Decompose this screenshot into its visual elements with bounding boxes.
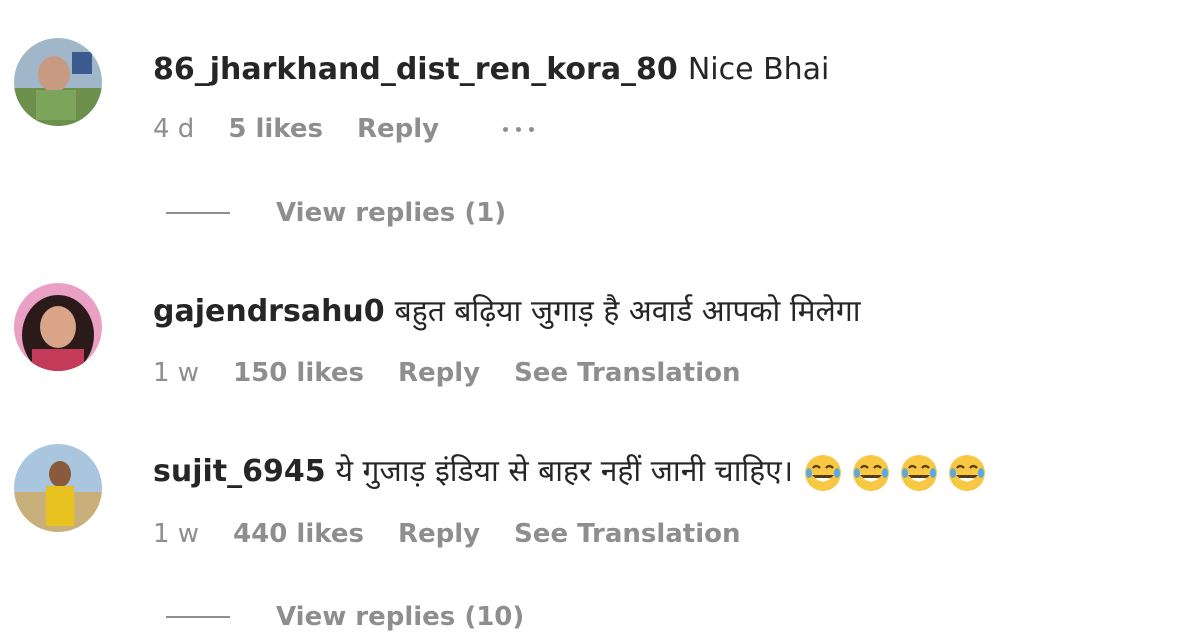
avatar-image — [14, 38, 102, 126]
comment-time: 1 w — [153, 358, 200, 388]
likes-count[interactable]: 5 likes — [228, 112, 323, 146]
face-with-tears-of-joy-emoji — [947, 453, 987, 493]
face-with-tears-of-joy-emoji — [851, 453, 891, 493]
avatar-image — [14, 283, 102, 371]
comment-username[interactable]: gajendrsahu0 — [153, 294, 385, 329]
comment-username[interactable]: 86_jharkhand_dist_ren_kora_80 — [153, 52, 678, 87]
comment-body: sujit_6945 ये गुजाड़ इंडिया से बाहर नहीं … — [153, 452, 995, 493]
view-replies-button[interactable]: View replies (10) — [166, 600, 524, 634]
avatar[interactable] — [14, 283, 102, 371]
more-horizontal-icon[interactable] — [503, 126, 535, 132]
comment-meta: 1 w 150 likes Reply See Translation — [153, 356, 775, 390]
reply-button[interactable]: Reply — [398, 517, 480, 551]
comment-username[interactable]: sujit_6945 — [153, 454, 326, 489]
replies-divider — [166, 616, 230, 618]
comment-body: 86_jharkhand_dist_ren_kora_80 Nice Bhai — [153, 50, 829, 90]
comment-body: gajendrsahu0 बहुत बढ़िया जुगाड़ है अवार्ड… — [153, 292, 861, 332]
comment-meta: 4 d 5 likes Reply — [153, 112, 568, 146]
comment-meta: 1 w 440 likes Reply See Translation — [153, 517, 775, 551]
see-translation-button[interactable]: See Translation — [514, 356, 740, 390]
comment-time: 4 d — [153, 114, 195, 144]
view-replies-button[interactable]: View replies (1) — [166, 196, 506, 230]
avatar-image — [14, 444, 102, 532]
view-replies-label: View replies (10) — [276, 602, 525, 632]
face-with-tears-of-joy-emoji — [803, 453, 843, 493]
likes-count[interactable]: 150 likes — [233, 356, 364, 390]
see-translation-button[interactable]: See Translation — [514, 517, 740, 551]
comment-text: Nice Bhai — [687, 52, 830, 87]
comment-text: ये गुजाड़ इंडिया से बाहर नहीं जानी चाहिए… — [335, 454, 794, 489]
avatar[interactable] — [14, 444, 102, 532]
comment-time: 1 w — [153, 519, 200, 549]
reply-button[interactable]: Reply — [398, 356, 480, 390]
emoji-group — [803, 452, 995, 493]
likes-count[interactable]: 440 likes — [233, 517, 364, 551]
avatar[interactable] — [14, 38, 102, 126]
view-replies-label: View replies (1) — [276, 198, 507, 228]
replies-divider — [166, 212, 230, 214]
comment-text: बहुत बढ़िया जुगाड़ है अवार्ड आपको मिलेगा — [394, 294, 861, 329]
reply-button[interactable]: Reply — [357, 112, 439, 146]
face-with-tears-of-joy-emoji — [899, 453, 939, 493]
